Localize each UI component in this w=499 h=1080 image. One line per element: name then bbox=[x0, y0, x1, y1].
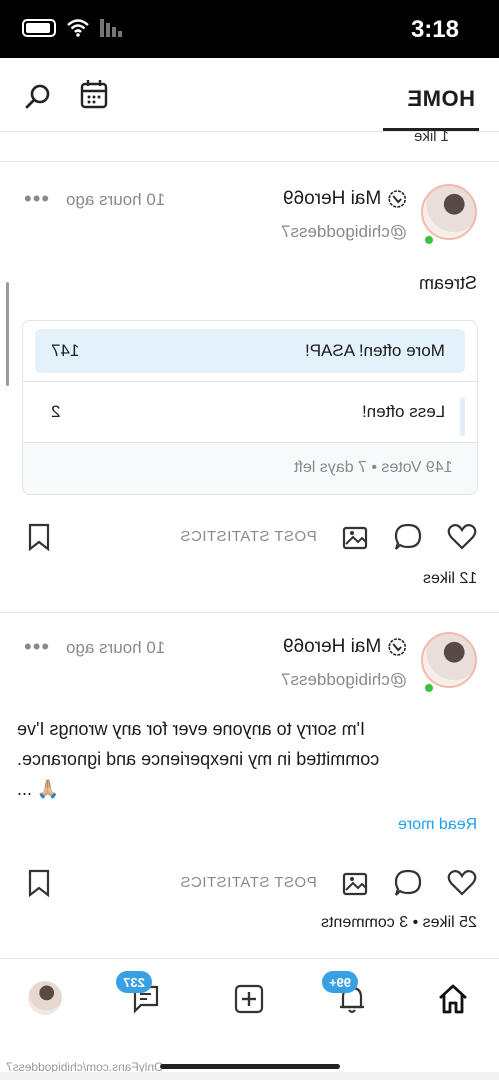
poll-option[interactable]: More often! ASAP! 147 bbox=[35, 329, 465, 373]
post-time: 10 hours ago bbox=[66, 190, 166, 209]
poll: More often! ASAP! 147 Less often! 2 149 … bbox=[22, 320, 478, 495]
add-post-button[interactable] bbox=[231, 981, 267, 1017]
notifications-badge: 99+ bbox=[322, 971, 358, 993]
tab-home[interactable]: HOME bbox=[407, 86, 475, 112]
more-icon[interactable]: ••• bbox=[24, 634, 50, 660]
previous-likes-text: 1 like bbox=[413, 128, 449, 145]
post-time: 10 hours ago bbox=[66, 638, 166, 657]
more-icon[interactable]: ••• bbox=[24, 186, 50, 212]
poll-bar bbox=[460, 398, 465, 436]
status-time: 3:18 bbox=[410, 16, 459, 43]
previous-post-likes: 1 like bbox=[0, 128, 499, 162]
poll-option-count: 147 bbox=[51, 341, 80, 360]
calendar-button[interactable] bbox=[78, 78, 110, 110]
read-more-link[interactable]: Read more bbox=[398, 816, 477, 834]
comment-icon[interactable] bbox=[393, 868, 423, 898]
calendar-icon bbox=[80, 80, 108, 109]
poll-option[interactable]: Less often! 2 bbox=[35, 390, 465, 436]
author-name: Mai Hero69 bbox=[282, 188, 381, 209]
verified-icon bbox=[388, 190, 406, 208]
image-icon[interactable] bbox=[341, 869, 371, 899]
post-statistics-button[interactable]: POST STATISTICS bbox=[180, 874, 317, 891]
post-author[interactable]: Mai Hero69 bbox=[283, 188, 407, 210]
feed-post: Mai Hero69 @chibigoddess7 10 hours ago •… bbox=[0, 164, 499, 614]
avatar[interactable] bbox=[421, 184, 477, 240]
post-likes-comments[interactable]: 25 likes • 3 comments bbox=[321, 914, 477, 932]
avatar[interactable] bbox=[421, 632, 477, 688]
wifi-icon bbox=[67, 19, 89, 37]
post-likes[interactable]: 12 likes bbox=[423, 570, 477, 588]
post-statistics-button[interactable]: POST STATISTICS bbox=[180, 528, 317, 545]
app-header: HOME bbox=[0, 58, 499, 132]
image-icon[interactable] bbox=[341, 523, 371, 553]
messages-badge: 237 bbox=[116, 971, 152, 993]
home-button[interactable] bbox=[435, 981, 471, 1017]
heart-icon[interactable] bbox=[447, 522, 477, 552]
home-indicator bbox=[160, 1064, 340, 1069]
profile-avatar[interactable] bbox=[28, 981, 62, 1015]
author-name: Mai Hero69 bbox=[282, 636, 381, 657]
bottom-nav: 237 99+ bbox=[0, 958, 499, 1056]
feed-post: Mai Hero69 @chibigoddess7 10 hours ago •… bbox=[0, 612, 499, 952]
post-author[interactable]: Mai Hero69 bbox=[283, 636, 407, 658]
poll-votes: 149 Votes • 7 days left bbox=[294, 459, 453, 476]
battery-icon bbox=[22, 19, 56, 37]
post-actions: POST STATISTICS bbox=[0, 868, 499, 908]
post-text-line: I'm sorry to anyone ever for any wrongs … bbox=[17, 719, 366, 739]
home-icon bbox=[439, 984, 467, 1014]
search-button[interactable] bbox=[22, 80, 54, 112]
poll-option-label: More often! ASAP! bbox=[305, 341, 445, 360]
status-icons bbox=[22, 18, 122, 38]
poll-footer: 149 Votes • 7 days left bbox=[23, 442, 477, 494]
post-text: Stream bbox=[418, 273, 477, 293]
post-text-line: 🙏🏼 ... bbox=[17, 779, 60, 799]
bottom-strip bbox=[0, 1072, 499, 1080]
bookmark-icon[interactable] bbox=[24, 868, 54, 898]
signal-icon bbox=[100, 19, 122, 37]
heart-icon[interactable] bbox=[447, 868, 477, 898]
author-handle[interactable]: @chibigoddess7 bbox=[281, 222, 407, 242]
online-indicator bbox=[423, 234, 435, 246]
post-actions: POST STATISTICS bbox=[0, 522, 499, 562]
bookmark-icon[interactable] bbox=[24, 522, 54, 552]
post-text: I'm sorry to anyone ever for any wrongs … bbox=[17, 714, 477, 804]
author-handle[interactable]: @chibigoddess7 bbox=[281, 670, 407, 690]
online-indicator bbox=[423, 682, 435, 694]
add-icon bbox=[234, 984, 264, 1014]
verified-icon bbox=[388, 638, 406, 656]
post-text-line: committed in my inexperience and ignoran… bbox=[17, 749, 380, 769]
status-bar: 3:18 bbox=[0, 0, 499, 58]
search-icon bbox=[25, 84, 50, 109]
comment-icon[interactable] bbox=[393, 522, 423, 552]
poll-option-count: 2 bbox=[51, 402, 61, 421]
poll-option-label: Less often! bbox=[361, 402, 445, 421]
